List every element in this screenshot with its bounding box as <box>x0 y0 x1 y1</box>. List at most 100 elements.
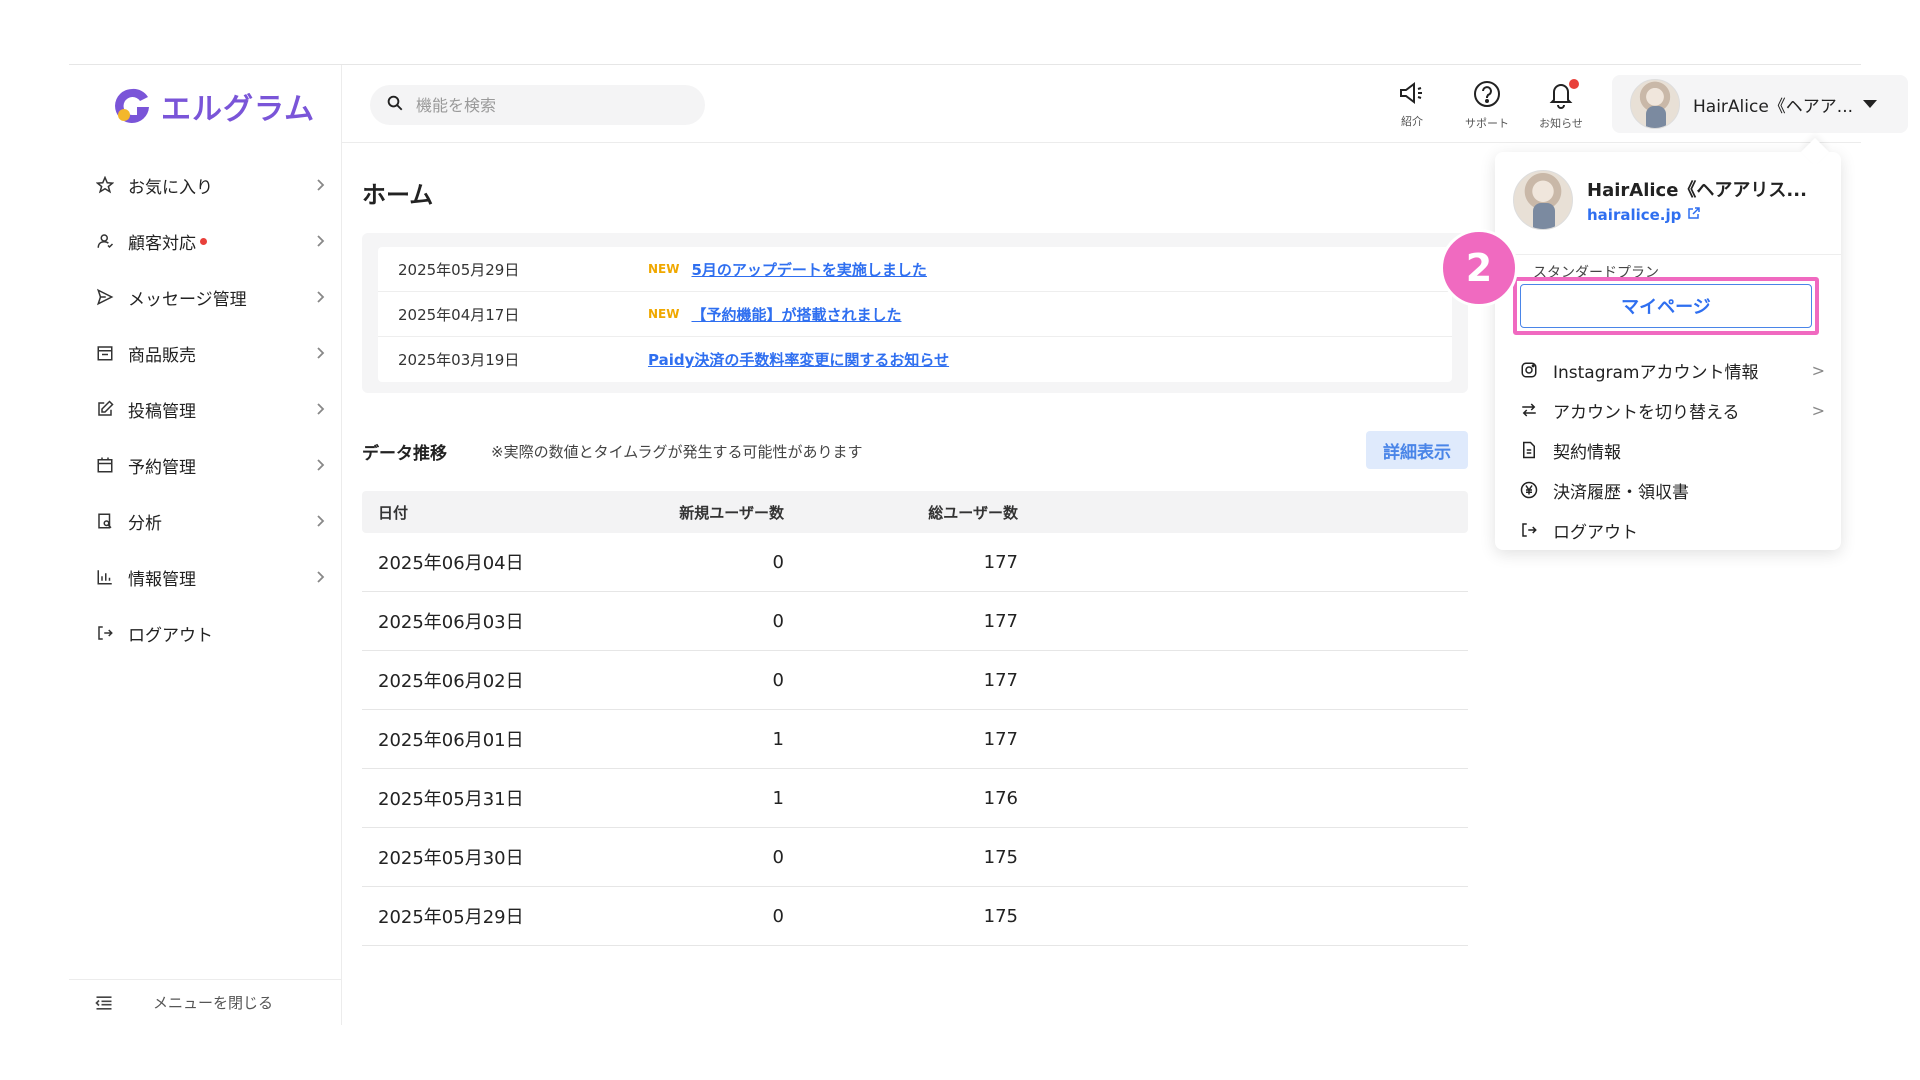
sidebar-item-reservations[interactable]: 予約管理 <box>69 437 342 493</box>
yen-icon <box>1519 480 1539 500</box>
column-header-new-users: 新規ユーザー数 <box>679 503 784 522</box>
edit-icon <box>94 398 116 420</box>
menu-item-instagram-account[interactable]: Instagramアカウント情報 > <box>1519 352 1825 388</box>
dropdown-account-name: HairAlice《ヘアアリス... <box>1587 180 1807 201</box>
question-circle-icon <box>1472 79 1502 113</box>
support-button[interactable]: サポート <box>1455 79 1519 131</box>
report-icon <box>94 510 116 532</box>
news-date: 2025年05月29日 <box>398 260 520 279</box>
sidebar-item-info[interactable]: 情報管理 <box>69 549 342 605</box>
search-input[interactable] <box>416 95 676 115</box>
referral-button[interactable]: 紹介 <box>1380 79 1444 131</box>
star-icon <box>94 174 116 196</box>
news-date: 2025年04月17日 <box>398 305 520 324</box>
news-panel: 2025年05月29日 NEW 5月のアップデートを実施しました 2025年04… <box>362 233 1468 393</box>
account-url-link[interactable]: hairalice.jp <box>1587 206 1807 224</box>
news-link[interactable]: Paidy決済の手数料率変更に関するお知らせ <box>648 349 949 370</box>
news-item: 2025年04月17日 NEW 【予約機能】が搭載されました <box>378 292 1452 337</box>
cell-total-users: 177 <box>983 551 1018 573</box>
mypage-highlight: マイページ <box>1513 277 1819 335</box>
sidebar-item-messages[interactable]: メッセージ管理 <box>69 269 342 325</box>
megaphone-icon <box>1397 79 1427 111</box>
dropdown-profile: HairAlice《ヘアアリス... hairalice.jp <box>1513 170 1807 230</box>
caret-down-icon <box>1863 100 1878 108</box>
cell-total-users: 177 <box>983 669 1018 691</box>
account-switcher[interactable]: HairAlice《ヘアア... <box>1612 75 1908 133</box>
chevron-right-icon <box>310 399 330 419</box>
table-row: 2025年06月03日 0 177 <box>362 592 1468 651</box>
cell-date: 2025年06月01日 <box>378 730 524 751</box>
sidebar-item-favorites[interactable]: お気に入り <box>69 157 342 213</box>
chevron-right-icon <box>310 343 330 363</box>
shop-icon <box>94 342 116 364</box>
table-row: 2025年05月30日 0 175 <box>362 828 1468 887</box>
search-bar[interactable] <box>370 85 705 125</box>
news-link[interactable]: 5月のアップデートを実施しました <box>691 259 926 280</box>
cell-date: 2025年06月02日 <box>378 671 524 692</box>
menu-item-label: アカウントを切り替える <box>1553 402 1740 423</box>
new-badge: NEW <box>648 307 680 321</box>
sidebar-item-label: 情報管理 <box>128 569 196 590</box>
table-row: 2025年05月29日 0 175 <box>362 887 1468 946</box>
divider <box>1495 254 1841 255</box>
menu-item-payment-history[interactable]: 決済履歴・領収書 <box>1519 472 1825 508</box>
sidebar-item-posts[interactable]: 投稿管理 <box>69 381 342 437</box>
brand-logo[interactable]: エルグラム <box>111 83 315 129</box>
menu-item-contract[interactable]: 契約情報 <box>1519 432 1825 468</box>
sidebar-item-logout[interactable]: ログアウト <box>69 605 342 661</box>
sidebar-item-label: 顧客対応 <box>128 233 196 254</box>
menu-item-switch-account[interactable]: アカウントを切り替える > <box>1519 392 1825 428</box>
account-name: HairAlice《ヘアア... <box>1693 96 1854 117</box>
table-row: 2025年06月01日 1 177 <box>362 710 1468 769</box>
data-section-header: データ推移 ※実際の数値とタイムラグが発生する可能性があります 詳細表示 <box>362 431 1468 471</box>
mypage-button[interactable]: マイページ <box>1520 284 1812 328</box>
sidebar-item-label: メッセージ管理 <box>128 289 247 310</box>
news-date: 2025年03月19日 <box>398 351 520 369</box>
menu-item-label: 契約情報 <box>1553 442 1621 463</box>
search-icon <box>386 94 404 116</box>
logout-icon <box>1519 520 1539 540</box>
cell-date: 2025年06月04日 <box>378 553 524 574</box>
cell-new-users: 0 <box>772 669 784 691</box>
cell-total-users: 175 <box>983 846 1018 868</box>
sidebar-item-customers[interactable]: 顧客対応 <box>69 213 342 269</box>
cell-new-users: 0 <box>772 846 784 868</box>
table-row: 2025年06月02日 0 177 <box>362 651 1468 710</box>
sidebar-item-analytics[interactable]: 分析 <box>69 493 342 549</box>
sidebar-item-sales[interactable]: 商品販売 <box>69 325 342 381</box>
close-menu-button[interactable]: メニューを閉じる <box>69 979 342 1025</box>
sidebar-item-label: 分析 <box>128 513 162 534</box>
cell-new-users: 0 <box>772 905 784 927</box>
chevron-right-icon <box>310 175 330 195</box>
menu-item-logout[interactable]: ログアウト <box>1519 512 1825 548</box>
detail-button[interactable]: 詳細表示 <box>1366 431 1468 469</box>
news-link[interactable]: 【予約機能】が搭載されました <box>691 304 901 325</box>
menu-item-label: 決済履歴・領収書 <box>1553 482 1689 503</box>
dropdown-profile-info: HairAlice《ヘアアリス... hairalice.jp <box>1587 176 1807 224</box>
cell-date: 2025年05月29日 <box>378 907 524 928</box>
instagram-icon <box>1519 360 1539 380</box>
notification-dot <box>1569 79 1579 89</box>
chevron-right-icon <box>310 567 330 587</box>
cell-total-users: 176 <box>983 787 1018 809</box>
cell-new-users: 0 <box>772 610 784 632</box>
data-table: 日付 新規ユーザー数 総ユーザー数 2025年06月04日 0 177 2025… <box>362 491 1468 946</box>
table-row: 2025年05月31日 1 176 <box>362 769 1468 828</box>
notifications-button[interactable]: お知らせ <box>1529 79 1593 131</box>
news-item: 2025年03月19日 Paidy決済の手数料率変更に関するお知らせ <box>378 337 1452 382</box>
notification-dot <box>200 237 207 245</box>
brand-logo-icon <box>111 85 153 127</box>
user-icon <box>94 230 116 252</box>
chevron-right-icon: > <box>1811 360 1825 380</box>
document-icon <box>1519 440 1539 460</box>
news-list: 2025年05月29日 NEW 5月のアップデートを実施しました 2025年04… <box>378 247 1452 382</box>
cell-date: 2025年06月03日 <box>378 612 524 633</box>
cell-date: 2025年05月30日 <box>378 848 524 869</box>
collapse-menu-icon <box>93 992 115 1014</box>
news-item: 2025年05月29日 NEW 5月のアップデートを実施しました <box>378 247 1452 292</box>
sidebar-item-label: 予約管理 <box>128 457 196 478</box>
sidebar-nav: お気に入り 顧客対応 メッセージ管理 商品販売 投稿管理 予約管理 分析 情報管… <box>69 157 342 661</box>
avatar <box>1630 79 1680 129</box>
close-menu-label: メニューを閉じる <box>153 994 274 1012</box>
chevron-right-icon: > <box>1811 400 1825 420</box>
